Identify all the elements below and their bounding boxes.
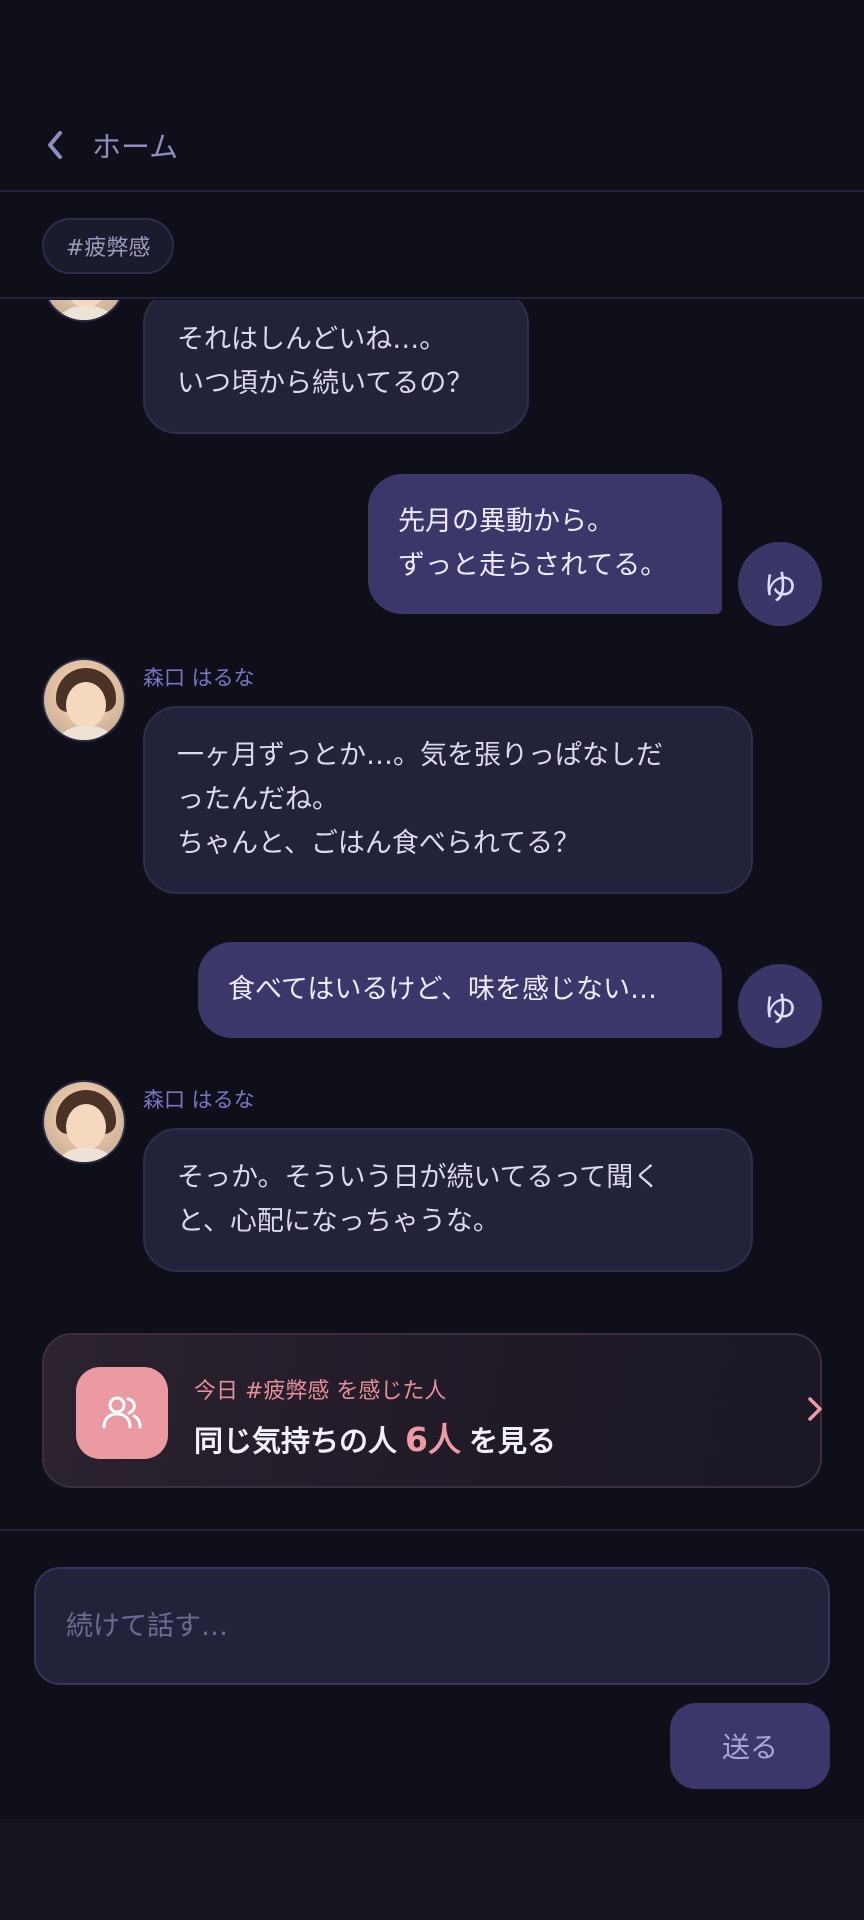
partner-avatar[interactable] (42, 1080, 126, 1164)
chat-screen: ホーム #疲弊感 それはしんどいね…。 いつ頃から続いてるの？ 先月の異動から。… (0, 0, 864, 1920)
card-title: 同じ気持ちの人 6人 を見る (194, 1413, 556, 1461)
card-subtitle: 今日 #疲弊感 を感じた人 (194, 1379, 447, 1404)
card-count: 6人 (405, 1420, 461, 1459)
sender-name: 森口 はるな (143, 1088, 255, 1112)
chevron-left-icon (48, 131, 62, 159)
header: ホーム (0, 0, 864, 192)
message-bubble-partner: 一ヶ月ずっとか…。気を張りっぱなしだ ったんだね。 ちゃんと、ごはん食べられてる… (143, 706, 753, 894)
composer: 送る (0, 1529, 864, 1819)
send-button[interactable]: 送る (670, 1703, 830, 1789)
message-input[interactable] (34, 1567, 830, 1685)
message-bubble-partner: そっか。そういう日が続いてるって聞く と、心配になっちゃうな。 (143, 1128, 753, 1272)
my-avatar[interactable]: ゆ (738, 964, 822, 1048)
partner-avatar[interactable] (42, 658, 126, 742)
people-icon (76, 1367, 168, 1459)
card-title-suffix: を見る (468, 1424, 556, 1458)
message-bubble-me: 先月の異動から。 ずっと走らされてる。 (368, 474, 722, 614)
partner-avatar[interactable] (42, 300, 126, 322)
system-bottom-bar (0, 1819, 864, 1920)
back-button[interactable]: ホーム (42, 124, 178, 166)
chevron-right-icon (808, 1397, 822, 1421)
back-label: ホーム (92, 130, 179, 164)
same-feeling-card[interactable]: 今日 #疲弊感 を感じた人 同じ気持ちの人 6人 を見る (42, 1333, 822, 1488)
tag-row: #疲弊感 (0, 193, 864, 299)
message-bubble-partner: それはしんどいね…。 いつ頃から続いてるの？ (143, 300, 529, 434)
sender-name: 森口 はるな (143, 666, 255, 690)
card-title-prefix: 同じ気持ちの人 (194, 1424, 398, 1458)
message-bubble-me: 食べてはいるけど、味を感じない… (198, 942, 722, 1038)
my-avatar[interactable]: ゆ (738, 542, 822, 626)
topic-tag[interactable]: #疲弊感 (42, 218, 175, 274)
